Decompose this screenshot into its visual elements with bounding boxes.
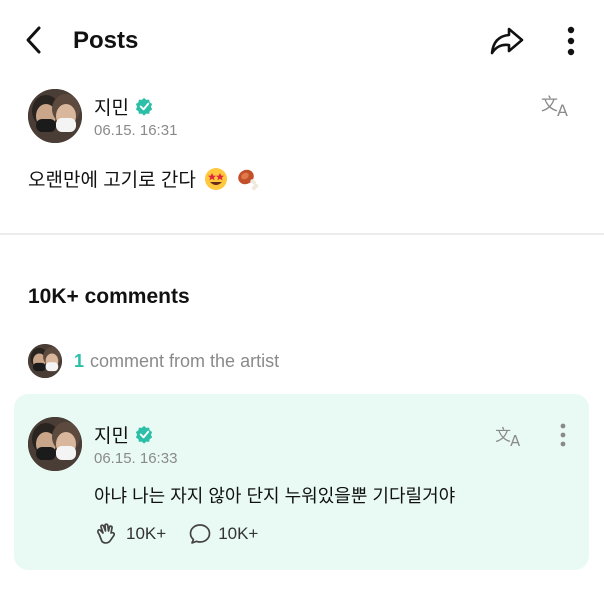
svg-text:文: 文 [495,426,511,445]
svg-text:A: A [510,433,520,448]
more-vertical-icon [560,423,566,447]
avatar[interactable] [28,89,82,143]
comment-actions: 10K+ 10K+ [94,522,280,546]
artist-comment-label: comment from the artist [90,351,280,371]
post-body: 오랜만에 고기로 간다 [28,165,260,192]
svg-text:文: 文 [541,95,558,115]
post-text: 오랜만에 고기로 간다 [28,170,196,191]
post-timestamp: 06.15. 16:31 [94,122,178,139]
artist-comments-link[interactable]: 1 comment from the artist [74,351,279,372]
star-struck-emoji [204,167,228,191]
section-divider [0,233,604,235]
chevron-left-icon [26,26,41,54]
reply-count: 10K+ [218,524,259,543]
header: Posts [0,0,604,82]
comments-count-heading: 10K+ comments [28,285,190,308]
translate-button[interactable]: 文 A [540,90,576,120]
comment-more-button[interactable] [552,420,574,450]
translate-icon: 文 A [541,95,568,118]
like-button[interactable]: 10K+ [94,522,166,546]
post-author[interactable]: 지민 [94,93,154,120]
artist-comment-card: 지민 06.15. 16:33 文 A 아냐 나는 자지 않아 단지 누워있을뿐… [14,394,589,570]
comment-author[interactable]: 지민 [94,421,154,448]
comment-author-name: 지민 [94,426,129,447]
artist-comment-count: 1 [74,351,85,371]
cheer-hand-icon [97,523,116,544]
artist-avatar [28,344,62,378]
more-vertical-icon [567,26,575,56]
share-arrow-icon [490,27,524,55]
more-options-button[interactable] [556,22,586,60]
page-title: Posts [73,27,139,54]
reply-button[interactable]: 10K+ [188,522,258,546]
like-count: 10K+ [126,524,167,543]
author-name: 지민 [94,98,129,119]
verified-badge-icon [135,97,153,116]
comment-timestamp: 06.15. 16:33 [94,450,178,467]
back-button[interactable] [18,24,50,56]
meat-on-bone-emoji [236,167,260,191]
svg-text:A: A [557,101,568,118]
share-button[interactable] [488,22,526,60]
translate-icon: 文 A [495,426,520,448]
comment-translate-button[interactable]: 文 A [494,421,528,451]
comment-text: 아냐 나는 자지 않아 단지 누워있을뿐 기다릴거야 [94,486,456,506]
comment-bubble-icon [189,524,211,544]
comment-avatar[interactable] [28,417,82,471]
verified-badge-icon [135,425,153,444]
